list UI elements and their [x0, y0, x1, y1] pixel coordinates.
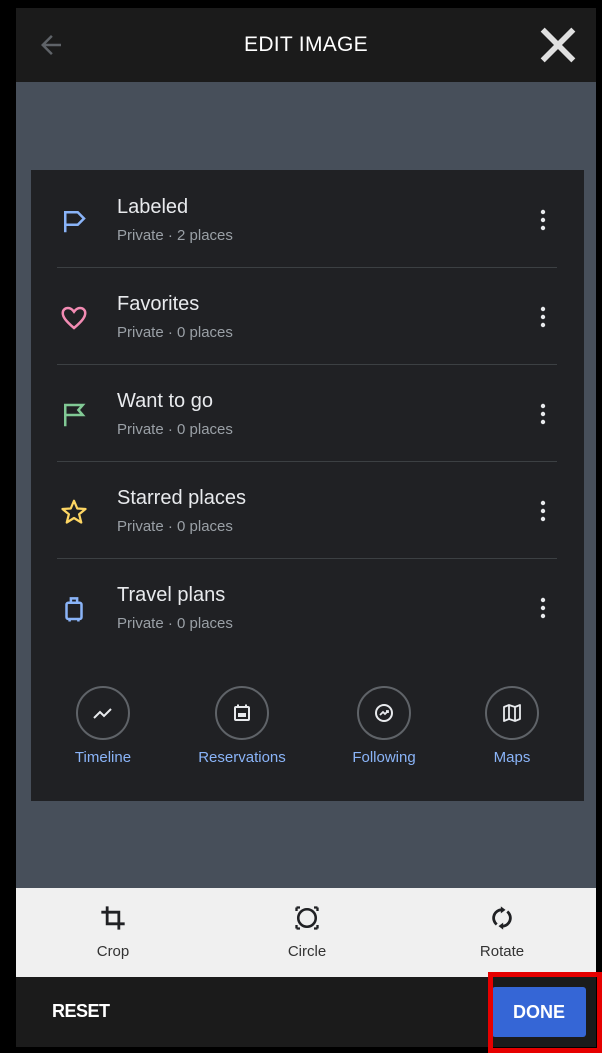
- shortcut-timeline[interactable]: Timeline: [48, 686, 158, 786]
- list-name: Favorites: [117, 293, 200, 315]
- shortcut-label: Following: [352, 749, 416, 766]
- star-icon: [61, 499, 87, 524]
- following-icon: [375, 704, 393, 722]
- circle-tool-button[interactable]: Circle: [247, 888, 367, 977]
- reset-button[interactable]: RESET: [52, 1001, 110, 1022]
- shortcut-reservations[interactable]: Reservations: [187, 686, 297, 786]
- shortcut-following[interactable]: Following: [329, 686, 439, 786]
- circle-crop-icon: [295, 906, 319, 930]
- more-vert-icon[interactable]: [533, 497, 553, 525]
- list-meta: Private · 0 places: [117, 421, 233, 438]
- map-icon: [503, 704, 521, 722]
- crop-icon: [101, 906, 125, 930]
- more-vert-icon[interactable]: [533, 594, 553, 622]
- list-name: Labeled: [117, 196, 189, 218]
- saved-lists-card: Labeled Private · 2 places Favorites Pri…: [31, 170, 584, 801]
- more-vert-icon[interactable]: [533, 206, 553, 234]
- top-app-bar: EDIT IMAGE: [16, 8, 596, 82]
- tool-label: Crop: [96, 943, 130, 960]
- list-item[interactable]: Want to go Private · 0 places: [31, 364, 584, 461]
- list-item[interactable]: Starred places Private · 0 places: [31, 461, 584, 558]
- tool-label: Rotate: [479, 943, 525, 960]
- shortcut-circle: [485, 686, 539, 740]
- list-item[interactable]: Travel plans Private · 0 places: [31, 558, 584, 655]
- suitcase-icon: [65, 597, 83, 622]
- list-meta: Private · 2 places: [117, 227, 233, 244]
- shortcut-circle: [76, 686, 130, 740]
- more-vert-icon[interactable]: [533, 303, 553, 331]
- shortcut-label: Timeline: [74, 749, 132, 766]
- edit-toolbar: Crop Circle Rotate: [16, 888, 596, 977]
- list-meta: Private · 0 places: [117, 518, 233, 535]
- close-icon[interactable]: [538, 25, 578, 65]
- label-flag-icon: [64, 211, 86, 233]
- shortcut-label: Maps: [493, 749, 531, 766]
- done-button[interactable]: DONE: [492, 987, 586, 1037]
- rotate-icon: [492, 906, 512, 930]
- list-name: Travel plans: [117, 584, 226, 606]
- arrow-left-icon[interactable]: [36, 30, 66, 60]
- flag-icon: [64, 403, 86, 427]
- list-meta: Private · 0 places: [117, 615, 233, 632]
- shortcut-circle: [215, 686, 269, 740]
- crop-tool-button[interactable]: Crop: [53, 888, 173, 977]
- tool-label: Circle: [287, 943, 327, 960]
- bottom-action-bar: RESET DONE: [16, 977, 596, 1047]
- heart-icon: [61, 306, 87, 330]
- list-item[interactable]: Labeled Private · 2 places: [31, 170, 584, 267]
- list-meta: Private · 0 places: [117, 324, 233, 341]
- list-name: Starred places: [117, 487, 246, 509]
- list-name: Want to go: [117, 390, 213, 412]
- timeline-icon: [93, 708, 112, 719]
- shortcut-label: Reservations: [198, 749, 286, 766]
- calendar-icon: [234, 704, 250, 721]
- list-item[interactable]: Favorites Private · 0 places: [31, 267, 584, 364]
- shortcut-circle: [357, 686, 411, 740]
- left-edge: [0, 0, 16, 1053]
- more-vert-icon[interactable]: [533, 400, 553, 428]
- page-title: EDIT IMAGE: [244, 33, 368, 56]
- shortcut-maps[interactable]: Maps: [457, 686, 567, 786]
- rotate-tool-button[interactable]: Rotate: [442, 888, 562, 977]
